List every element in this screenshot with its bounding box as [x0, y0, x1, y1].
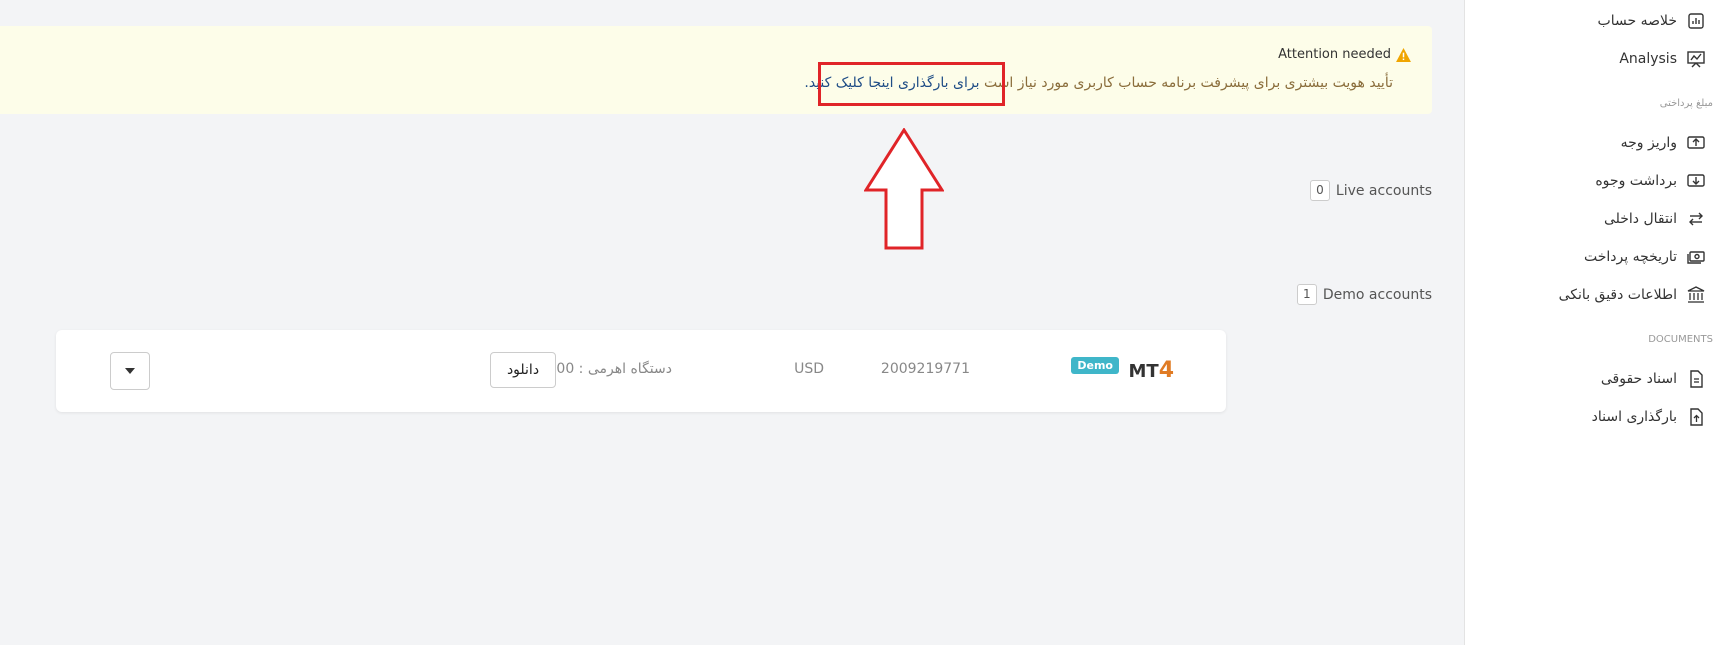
alert-title-text: Attention needed: [1278, 47, 1391, 62]
sidebar-item-internal-transfer[interactable]: انتقال داخلی: [1604, 210, 1705, 228]
warning-icon: [1396, 47, 1411, 62]
sidebar-item-bank-details[interactable]: اطلاعات دقیق بانکی: [1559, 286, 1705, 304]
sidebar-item-payment-history[interactable]: تاریخچه پرداخت: [1584, 248, 1705, 266]
account-leverage: دستگاه اهرمی : 100: [547, 361, 673, 377]
sidebar-item-withdraw[interactable]: برداشت وجوه: [1595, 172, 1705, 190]
sidebar: خلاصه حساب Analysis مبلغ پرداختی واریز و…: [1464, 0, 1717, 645]
live-accounts-count: 0: [1309, 180, 1330, 201]
sidebar-item-account-summary[interactable]: خلاصه حساب: [1598, 12, 1705, 30]
sidebar-item-label: Analysis: [1619, 51, 1677, 67]
sidebar-item-label: خلاصه حساب: [1597, 13, 1677, 29]
main-content: Attention needed تأیید هویت بیشتری برای …: [0, 0, 1464, 645]
alert-message-text: تأیید هویت بیشتری برای پیشرفت برنامه حسا…: [983, 75, 1393, 91]
transfer-icon: [1689, 212, 1703, 226]
account-currency: USD: [794, 361, 824, 377]
demo-accounts-count: 1: [1296, 284, 1317, 305]
demo-accounts-label: Demo accounts: [1322, 286, 1432, 303]
sidebar-item-deposit[interactable]: واریز وجه: [1621, 134, 1705, 152]
bank-icon: [1687, 286, 1705, 303]
mt4-logo-suffix: 4: [1158, 358, 1174, 383]
sidebar-item-upload-documents[interactable]: بارگذاری اسناد: [1592, 408, 1705, 426]
sidebar-item-analysis[interactable]: Analysis: [1619, 50, 1705, 68]
sidebar-item-label: واریز وجه: [1620, 135, 1677, 151]
sidebar-item-label: تاریخچه پرداخت: [1584, 249, 1677, 265]
demo-accounts-heading: 1 Demo accounts: [1296, 284, 1432, 305]
sidebar-item-label: انتقال داخلی: [1603, 211, 1677, 227]
upload-icon: [1687, 136, 1705, 149]
file-upload-icon: [1690, 408, 1703, 426]
money-icon: [1687, 251, 1705, 264]
attention-alert: Attention needed تأیید هویت بیشتری برای …: [0, 26, 1432, 114]
sidebar-item-label: برداشت وجوه: [1595, 173, 1677, 189]
mt4-logo-prefix: MT: [1128, 361, 1159, 382]
mt4-logo: MT4: [1128, 358, 1174, 383]
alert-title: Attention needed: [1278, 47, 1411, 62]
caret-down-icon: [125, 368, 135, 374]
account-card: MT4 Demo 2009219771 USD دستگاه اهرمی : 1…: [56, 330, 1226, 412]
documents-section-header: DOCUMENTS: [1648, 334, 1713, 345]
document-icon: [1690, 370, 1703, 388]
download-button[interactable]: دانلود: [490, 352, 556, 388]
live-accounts-label: Live accounts: [1335, 182, 1432, 199]
highlight-annotation-box: [818, 62, 1005, 106]
payments-section-header: مبلغ پرداختی: [1659, 98, 1713, 109]
sidebar-item-legal-documents[interactable]: اسناد حقوقی: [1601, 370, 1705, 388]
sidebar-item-label: اطلاعات دقیق بانکی: [1558, 287, 1677, 303]
live-accounts-heading: 0 Live accounts: [1309, 180, 1432, 201]
presentation-icon: [1687, 51, 1705, 68]
account-type-badge: Demo: [1071, 357, 1119, 374]
account-number: 2009219771: [880, 361, 970, 377]
account-dropdown-button[interactable]: [110, 352, 150, 390]
up-arrow-annotation: [864, 128, 944, 250]
download-icon: [1687, 174, 1705, 187]
chart-icon: [1688, 13, 1704, 29]
sidebar-item-label: بارگذاری اسناد: [1591, 409, 1677, 425]
sidebar-item-label: اسناد حقوقی: [1600, 371, 1677, 387]
